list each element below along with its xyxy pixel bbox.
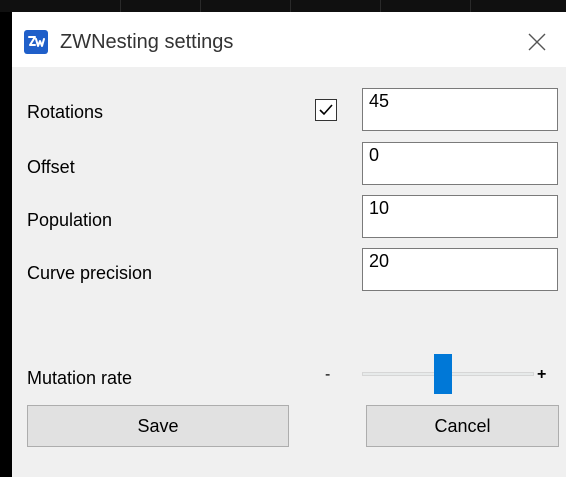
background-line bbox=[200, 0, 201, 12]
rotations-label: Rotations bbox=[27, 102, 104, 122]
close-icon bbox=[528, 33, 546, 51]
offset-input[interactable]: 0 bbox=[362, 142, 558, 185]
population-input[interactable]: 10 bbox=[362, 195, 558, 238]
cancel-button[interactable]: Cancel bbox=[366, 405, 559, 447]
rotations-checkbox[interactable] bbox=[315, 99, 337, 121]
rotations-input[interactable]: 45 bbox=[362, 88, 558, 131]
offset-label: Offset bbox=[27, 157, 75, 177]
slider-thumb[interactable] bbox=[434, 354, 452, 394]
population-label: Population bbox=[27, 210, 113, 230]
window-title: ZWNesting settings bbox=[60, 31, 234, 53]
save-button[interactable]: Save bbox=[27, 405, 289, 447]
title-bar[interactable]: ZWNesting settings bbox=[12, 12, 566, 67]
background-line bbox=[380, 0, 381, 12]
background-strip bbox=[0, 0, 566, 12]
slider-max-symbol: + bbox=[537, 366, 547, 383]
mutation-rate-label: Mutation rate bbox=[27, 368, 133, 388]
checkmark-icon bbox=[319, 104, 333, 116]
settings-dialog: ZWNesting settings Rotations 45 Offset 0… bbox=[12, 12, 566, 477]
background-line bbox=[290, 0, 291, 12]
mutation-rate-slider[interactable] bbox=[362, 352, 534, 396]
background-line bbox=[470, 0, 471, 12]
slider-min-symbol: - bbox=[325, 366, 331, 383]
zwnesting-app-icon bbox=[24, 30, 48, 54]
close-button[interactable] bbox=[523, 28, 551, 56]
background-line bbox=[120, 0, 121, 12]
curve-precision-input[interactable]: 20 bbox=[362, 248, 558, 291]
curve-precision-label: Curve precision bbox=[27, 263, 153, 283]
